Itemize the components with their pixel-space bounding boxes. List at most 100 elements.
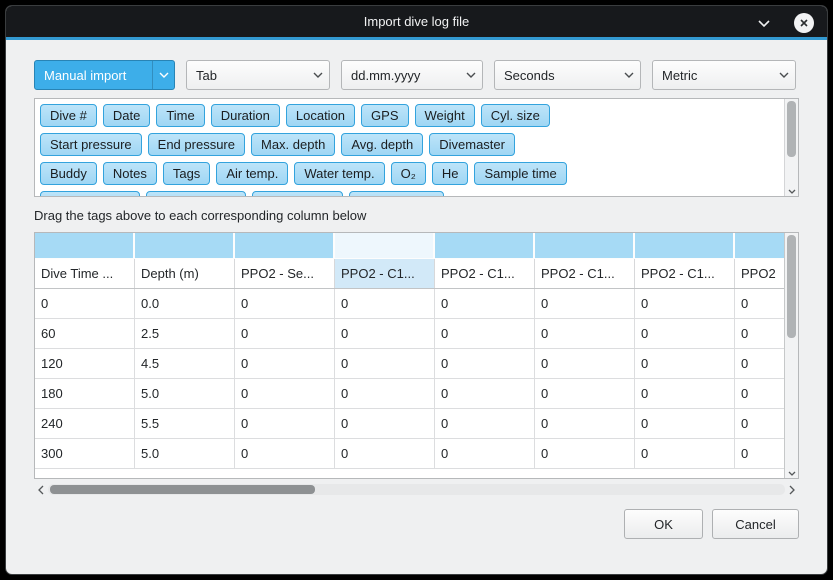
table-cell: 0 xyxy=(335,319,435,348)
table-cell: 0 xyxy=(635,409,735,438)
scroll-down-icon[interactable] xyxy=(785,189,798,194)
drag-tag[interactable]: End pressure xyxy=(148,133,245,156)
table-cell: 0.0 xyxy=(135,289,235,318)
drag-tag[interactable]: Sample depth xyxy=(40,191,140,197)
table-hscrollbar[interactable] xyxy=(34,482,799,497)
drag-tag[interactable]: Start pressure xyxy=(40,133,142,156)
table-cell: 0 xyxy=(535,319,635,348)
combo-field-separator[interactable]: Tab xyxy=(186,60,330,90)
drag-tag[interactable]: Max. depth xyxy=(251,133,335,156)
drag-tag[interactable]: Cyl. size xyxy=(481,104,550,127)
shade-window-button[interactable] xyxy=(753,6,775,40)
drag-tag[interactable]: Date xyxy=(103,104,150,127)
drag-tag[interactable]: Buddy xyxy=(40,162,97,185)
table-cell: 0 xyxy=(335,409,435,438)
drag-tag[interactable]: Sample temp. xyxy=(146,191,246,197)
column-drop-target[interactable] xyxy=(135,233,235,259)
drag-tag[interactable]: Weight xyxy=(415,104,475,127)
close-button[interactable] xyxy=(793,6,815,40)
column-drop-target[interactable] xyxy=(35,233,135,259)
column-drop-target[interactable] xyxy=(735,233,784,259)
table-cell: 0 xyxy=(735,349,784,378)
tag-pool-scrollbar[interactable] xyxy=(784,99,798,196)
table-cell: 120 xyxy=(35,349,135,378)
scrollbar-thumb[interactable] xyxy=(787,235,796,338)
chevron-down-icon xyxy=(757,19,771,28)
table-header-row: Dive Time ...Depth (m)PPO2 - Se...PPO2 -… xyxy=(35,259,784,289)
scroll-left-icon[interactable] xyxy=(34,485,48,495)
table-cell: 0 xyxy=(235,289,335,318)
combo-value: Seconds xyxy=(504,68,555,83)
titlebar[interactable]: Import dive log file xyxy=(6,6,827,40)
ok-button[interactable]: OK xyxy=(624,509,703,539)
column-header[interactable]: Dive Time ... xyxy=(35,259,135,288)
column-drop-target[interactable] xyxy=(235,233,335,259)
column-header[interactable]: PPO2 - C1... xyxy=(335,259,435,288)
drag-tag[interactable]: Time xyxy=(156,104,204,127)
drag-tag[interactable]: Divemaster xyxy=(429,133,515,156)
drag-tag[interactable]: He xyxy=(432,162,469,185)
tag-row: Buddy Notes Tags Air temp. Water temp. O₂ HeSa… xyxy=(40,162,778,185)
drag-tag[interactable]: Location xyxy=(286,104,355,127)
drag-tag[interactable]: Sample time xyxy=(474,162,566,185)
table-vscrollbar[interactable] xyxy=(784,233,798,478)
tag-row: Dive # Date Time Duration Location GPS Weight C… xyxy=(40,104,778,127)
column-header[interactable]: PPO2 xyxy=(735,259,784,288)
table-cell: 0 xyxy=(635,349,735,378)
table-cell: 2.5 xyxy=(135,319,235,348)
drag-tag[interactable]: Duration xyxy=(211,104,280,127)
scrollbar-thumb[interactable] xyxy=(787,101,796,157)
column-drop-target[interactable] xyxy=(435,233,535,259)
combo-date-format[interactable]: dd.mm.yyyy xyxy=(341,60,483,90)
column-header[interactable]: PPO2 - Se... xyxy=(235,259,335,288)
table-cell: 0 xyxy=(735,289,784,318)
chevron-down-icon xyxy=(460,61,482,89)
hscroll-thumb[interactable] xyxy=(50,485,315,494)
combo-unit-system[interactable]: Metric xyxy=(652,60,796,90)
column-header[interactable]: Depth (m) xyxy=(135,259,235,288)
combo-duration-format[interactable]: Seconds xyxy=(494,60,641,90)
table-cell: 300 xyxy=(35,439,135,468)
combo-import-type[interactable]: Manual import xyxy=(34,60,175,90)
table-cell: 0 xyxy=(435,289,535,318)
column-header[interactable]: PPO2 - C1... xyxy=(635,259,735,288)
table-cell: 4.5 xyxy=(135,349,235,378)
table-cell: 0 xyxy=(635,319,735,348)
import-dialog-window: Import dive log file Manual import Tab xyxy=(5,5,828,575)
close-icon xyxy=(794,13,814,33)
table-row: 00.0000000 xyxy=(35,289,784,319)
table-cell: 0 xyxy=(535,409,635,438)
table-cell: 0 xyxy=(335,379,435,408)
column-header[interactable]: PPO2 - C1... xyxy=(535,259,635,288)
table-cell: 0 xyxy=(635,439,735,468)
table-row: 1204.5000000 xyxy=(35,349,784,379)
table-row: 2405.5000000 xyxy=(35,409,784,439)
tag-row: Sample depth Sample temp. Sample pO₂ Sample… xyxy=(40,191,778,197)
drag-tag[interactable]: Air temp. xyxy=(216,162,288,185)
drag-tag[interactable]: Water temp. xyxy=(294,162,384,185)
hscroll-track[interactable] xyxy=(48,484,785,495)
drag-tag[interactable]: O₂ xyxy=(391,162,426,185)
drag-tag[interactable]: Avg. depth xyxy=(341,133,423,156)
scroll-right-icon[interactable] xyxy=(785,485,799,495)
drag-tag[interactable]: GPS xyxy=(361,104,408,127)
table-cell: 0 xyxy=(735,439,784,468)
cancel-button[interactable]: Cancel xyxy=(712,509,799,539)
table-cell: 0 xyxy=(635,379,735,408)
column-drop-target[interactable] xyxy=(535,233,635,259)
dialog-content: Manual import Tab dd.mm.yyyy Seconds xyxy=(6,40,827,539)
drag-tag[interactable]: Sample pO₂ xyxy=(252,191,342,197)
scroll-down-icon[interactable] xyxy=(785,471,798,476)
drag-tag[interactable]: Dive # xyxy=(40,104,97,127)
table-cell: 0 xyxy=(335,439,435,468)
column-drop-target[interactable] xyxy=(335,233,435,259)
drag-tag[interactable]: Tags xyxy=(163,162,210,185)
table-cell: 0 xyxy=(735,319,784,348)
column-drop-target[interactable] xyxy=(635,233,735,259)
column-header[interactable]: PPO2 - C1... xyxy=(435,259,535,288)
table-row: 602.5000000 xyxy=(35,319,784,349)
drag-tag[interactable]: Sample CNS xyxy=(349,191,444,197)
table-cell: 0 xyxy=(535,349,635,378)
drag-tag[interactable]: Notes xyxy=(103,162,157,185)
combo-value: Manual import xyxy=(44,68,126,83)
